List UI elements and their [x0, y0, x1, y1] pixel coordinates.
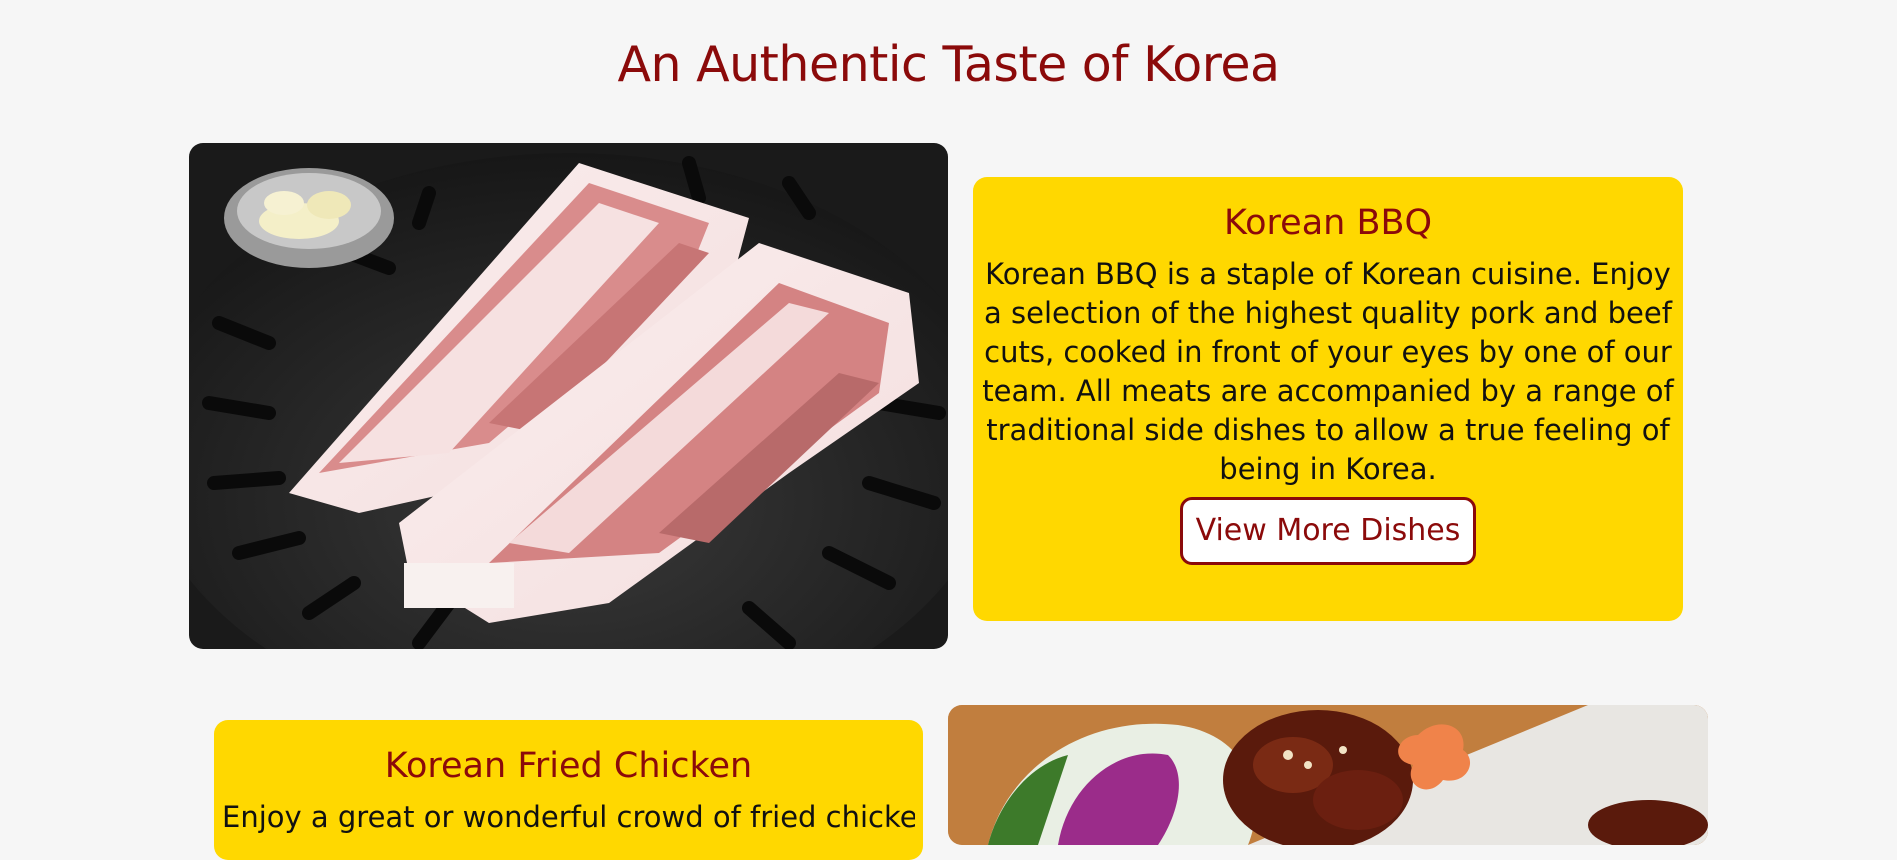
korean-fried-chicken-card: Korean Fried Chicken Enjoy a great or wo…	[214, 720, 923, 860]
korean-bbq-card: Korean BBQ Korean BBQ is a staple of Kor…	[973, 177, 1683, 621]
korean-bbq-title: Korean BBQ	[1223, 203, 1433, 243]
korean-bbq-description: Korean BBQ is a staple of Korean cuisine…	[982, 257, 1674, 486]
view-more-dishes-button[interactable]: View More Dishes	[1179, 497, 1477, 565]
page-title: An Authentic Taste of Korea	[617, 36, 1280, 93]
korean-fried-chicken-description: Enjoy a great or wonderful crowd of frie…	[222, 800, 915, 834]
korean-fried-chicken-title: Korean Fried Chicken	[384, 746, 753, 786]
korean-bbq-image	[189, 143, 948, 649]
korean-fried-chicken-image	[948, 705, 1708, 845]
